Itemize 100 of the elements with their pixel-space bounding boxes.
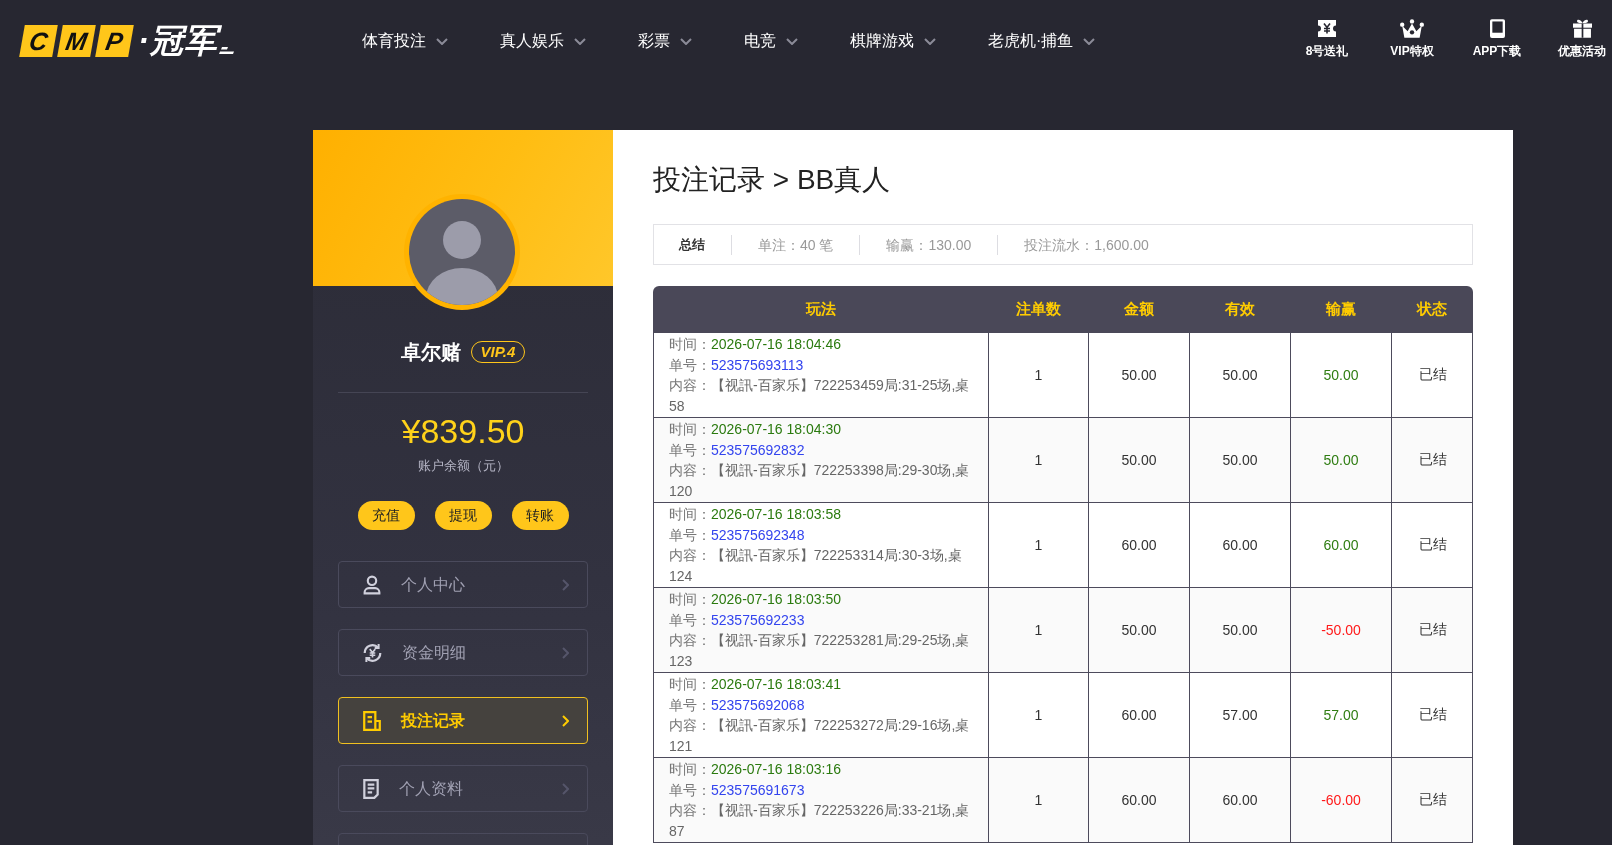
valid-amount: 60.00 — [1222, 537, 1258, 553]
bet-amount: 50.00 — [1121, 452, 1157, 468]
nav-menu-button[interactable]: 棋牌游戏 — [850, 30, 936, 52]
nav-menu-button[interactable]: 体育投注 — [362, 30, 448, 52]
chevron-down-icon — [436, 37, 448, 45]
logo-tile: P — [95, 25, 134, 57]
nav-menu-button[interactable]: 老虎机·捕鱼 — [988, 30, 1096, 52]
bet-time: 时间：2026-07-16 18:03:16 — [669, 760, 841, 779]
bet-time: 时间：2026-07-16 18:04:46 — [669, 335, 841, 354]
bet-count: 1 — [1034, 622, 1043, 638]
bet-status: 已结 — [1419, 791, 1447, 809]
chevron-down-icon — [574, 37, 586, 45]
order-number-link[interactable]: 523575693113 — [711, 356, 804, 373]
bet-status: 已结 — [1419, 536, 1447, 554]
sidebar-menu-item[interactable]: 资金明细 — [338, 629, 588, 676]
tablet-icon — [1489, 19, 1505, 38]
order-label: 单号： — [669, 696, 711, 713]
chevron-right-icon — [562, 646, 569, 659]
valid-amount: 60.00 — [1222, 792, 1258, 808]
column-header: 金额 — [1123, 300, 1154, 319]
win-loss-amount: 50.00 — [1323, 452, 1359, 468]
bet-content: 内容：【视訊-百家乐】722253272局:29-16场,桌121 — [669, 716, 971, 756]
order-number-link[interactable]: 523575692348 — [711, 526, 805, 543]
column-header: 玩法 — [805, 300, 836, 319]
column-header: 状态 — [1417, 300, 1447, 319]
gift-icon — [1572, 19, 1592, 38]
win-loss-amount: -60.00 — [1321, 792, 1361, 808]
bet-amount: 60.00 — [1121, 537, 1157, 553]
order-number-link[interactable]: 523575691673 — [711, 781, 805, 798]
page-title: 投注记录 > BB真人 — [653, 163, 891, 197]
win-loss-amount: 50.00 — [1323, 367, 1359, 383]
avatar-icon — [404, 194, 520, 310]
bet-status: 已结 — [1419, 366, 1447, 384]
bet-time: 时间：2026-07-16 18:03:50 — [669, 590, 841, 609]
bet-count: 1 — [1034, 452, 1043, 468]
order-label: 单号： — [669, 781, 711, 798]
bet-time: 时间：2026-07-16 18:04:30 — [669, 420, 841, 439]
order-number-link[interactable]: 523575692068 — [711, 696, 805, 713]
win-loss-amount: 57.00 — [1323, 707, 1359, 723]
bet-count: 1 — [1034, 537, 1043, 553]
notepad-icon — [363, 778, 379, 799]
column-header: 有效 — [1224, 300, 1255, 319]
crown-icon — [1400, 19, 1424, 38]
balance-amount: ¥839.50 — [401, 411, 525, 451]
balance-label: 账户余额（元） — [417, 457, 509, 475]
bet-content: 内容：【视訊-百家乐】722253226局:33-21场,桌87 — [669, 801, 971, 841]
summary-item: 单注：40 笔 — [731, 234, 860, 255]
quick-link[interactable]: APP下载 — [1467, 19, 1527, 59]
chevron-right-icon — [562, 578, 569, 591]
wallet-action-button[interactable]: 转账 — [511, 501, 569, 530]
quick-link[interactable]: VIP特权 — [1382, 19, 1442, 59]
sidebar-menu-item[interactable]: 投注记录 — [338, 697, 588, 744]
valid-amount: 50.00 — [1222, 367, 1258, 383]
order-number-link[interactable]: 523575692233 — [711, 611, 805, 628]
column-header: 输赢 — [1325, 300, 1356, 319]
quick-link[interactable]: 8号送礼 — [1297, 19, 1357, 59]
summary-item: 投注流水：1,600.00 — [997, 234, 1175, 255]
wallet-action-button[interactable]: 提现 — [434, 501, 492, 530]
nav-menu-button[interactable]: 真人娱乐 — [500, 30, 586, 52]
valid-amount: 50.00 — [1222, 622, 1258, 638]
win-loss-amount: 60.00 — [1323, 537, 1359, 553]
summary-item: 输赢：130.00 — [859, 234, 998, 255]
ticket-icon — [1317, 19, 1337, 38]
user-icon — [363, 574, 381, 595]
win-loss-amount: -50.00 — [1321, 622, 1361, 638]
bet-status: 已结 — [1419, 451, 1447, 469]
bet-time: 时间：2026-07-16 18:03:41 — [669, 675, 841, 694]
bet-status: 已结 — [1419, 706, 1447, 724]
chevron-down-icon — [1083, 37, 1096, 45]
summary-item: 总结 — [679, 235, 706, 254]
bet-content: 内容：【视訊-百家乐】722253398局:29-30场,桌120 — [669, 461, 971, 501]
bet-content: 内容：【视訊-百家乐】722253281局:29-25场,桌123 — [669, 631, 971, 671]
sidebar-menu-item[interactable]: 个人中心 — [338, 561, 588, 608]
wallet-action-button[interactable]: 充值 — [357, 501, 415, 530]
order-label: 单号： — [669, 611, 711, 628]
valid-amount: 57.00 — [1222, 707, 1258, 723]
bet-amount: 50.00 — [1121, 367, 1157, 383]
order-label: 单号： — [669, 526, 711, 543]
receipt-icon — [363, 710, 381, 731]
chevron-right-icon — [562, 782, 569, 795]
nav-menu-button[interactable]: 电竞 — [744, 30, 798, 52]
bet-count: 1 — [1034, 707, 1043, 723]
order-label: 单号： — [669, 356, 711, 373]
bet-amount: 60.00 — [1121, 792, 1157, 808]
logo-tile: M — [57, 25, 96, 57]
bet-count: 1 — [1034, 792, 1043, 808]
nav-menu-button[interactable]: 彩票 — [638, 30, 692, 52]
bet-time: 时间：2026-07-16 18:03:58 — [669, 505, 841, 524]
bet-content: 内容：【视訊-百家乐】722253459局:31-25场,桌58 — [669, 376, 971, 416]
order-number-link[interactable]: 523575692832 — [711, 441, 805, 458]
username: 卓尔赌 — [400, 340, 461, 364]
logo-tile: C — [19, 25, 58, 57]
chevron-down-icon — [680, 37, 692, 45]
bet-status: 已结 — [1419, 621, 1447, 639]
valid-amount: 50.00 — [1222, 452, 1258, 468]
bet-count: 1 — [1034, 367, 1043, 383]
bet-amount: 50.00 — [1121, 622, 1157, 638]
quick-link[interactable]: 优惠活动 — [1552, 19, 1612, 59]
sidebar-menu-item[interactable]: 个人资料 — [338, 765, 588, 812]
chevron-down-icon — [786, 37, 798, 45]
